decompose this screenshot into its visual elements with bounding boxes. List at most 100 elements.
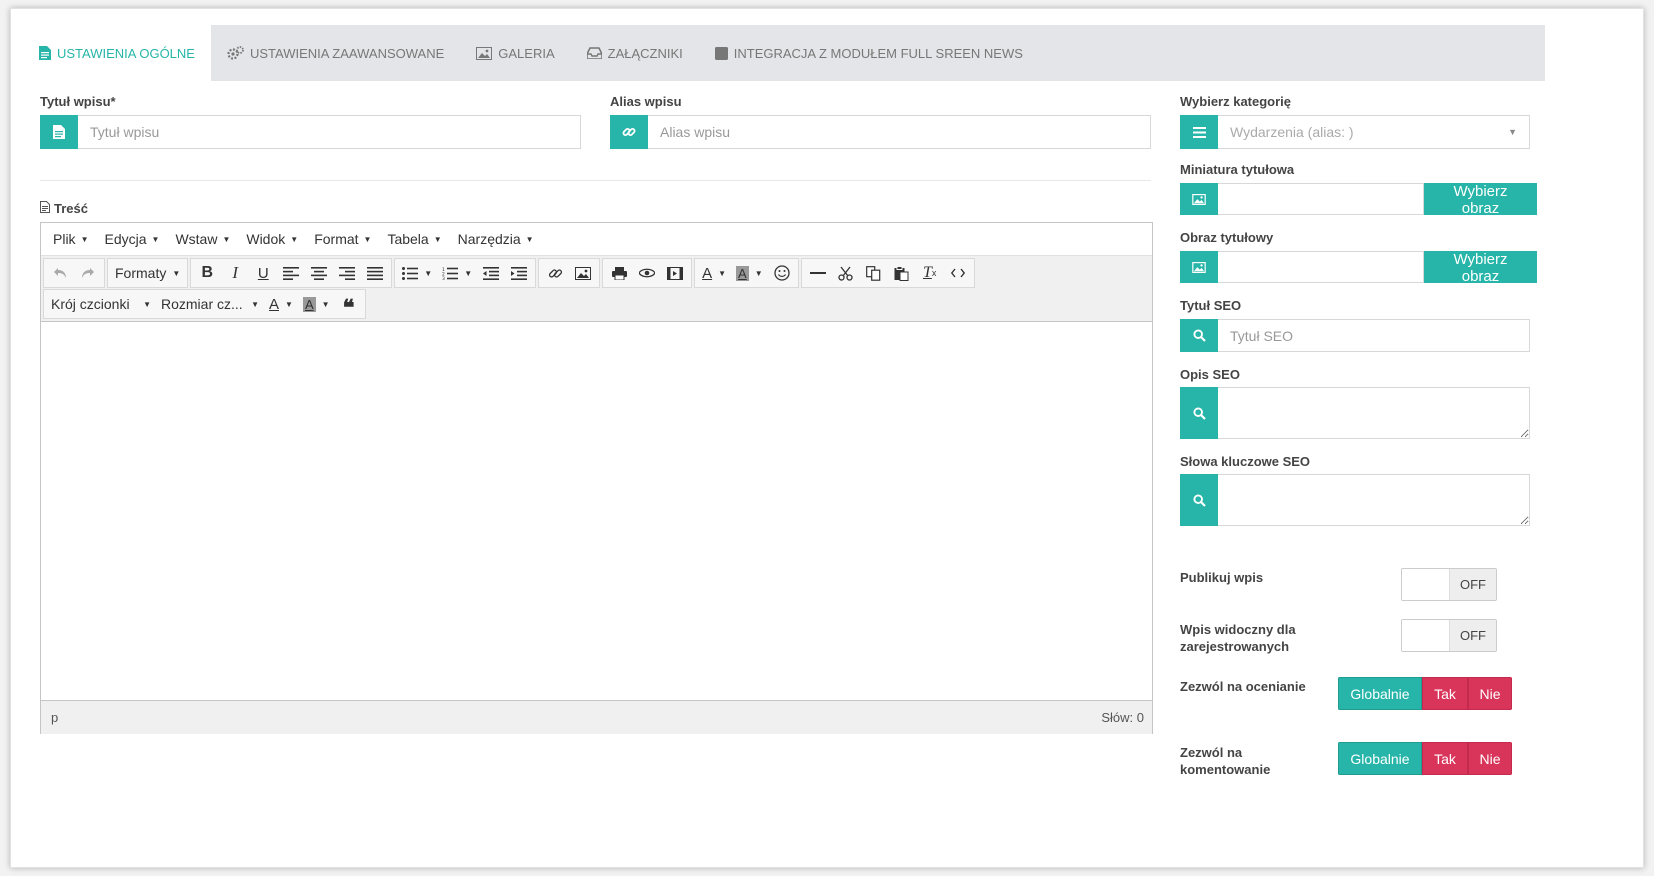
background-color-icon[interactable]: A ▼ — [731, 260, 768, 286]
publish-label: Publikuj wpis — [1180, 570, 1264, 585]
horizontal-rule-icon[interactable] — [804, 260, 832, 286]
registered-only-toggle[interactable]: OFF — [1401, 619, 1497, 652]
menu-insert[interactable]: Wstaw ▼ — [167, 231, 238, 247]
menu-tools[interactable]: Narzędzia ▼ — [450, 231, 542, 247]
list-icon — [1180, 115, 1218, 149]
tab-label: ZAŁĄCZNIKI — [607, 45, 683, 61]
formats-group: Formaty ▼ — [107, 258, 189, 288]
formats-dropdown[interactable]: Formaty ▼ — [110, 260, 185, 286]
font-family-dropdown[interactable]: Krój czcionki ▼ — [46, 291, 156, 317]
tab-attachments[interactable]: ZAŁĄCZNIKI — [571, 25, 699, 81]
formats-label: Formaty — [115, 265, 167, 281]
choose-title-image-button[interactable]: Wybierz obraz — [1424, 251, 1537, 285]
list-group: ▼ 123 ▼ — [394, 258, 537, 288]
rating-yes-button[interactable]: Tak — [1422, 677, 1468, 710]
emoticon-icon[interactable] — [768, 260, 796, 286]
tab-gallery[interactable]: GALERIA — [460, 25, 570, 81]
editor-content-area[interactable] — [41, 322, 1152, 700]
seo-title-label: Tytuł SEO — [1180, 298, 1242, 313]
background-color-icon[interactable]: A ▼ — [298, 291, 335, 317]
comments-global-button[interactable]: Globalnie — [1338, 742, 1422, 775]
title-image-label: Obraz tytułowy — [1180, 230, 1274, 245]
caret-down-icon: ▼ — [464, 268, 473, 278]
alias-label: Alias wpisu — [610, 94, 682, 109]
caret-down-icon: ▼ — [1508, 127, 1517, 137]
size-label: Rozmiar cz... — [161, 296, 243, 312]
align-left-icon[interactable] — [277, 260, 305, 286]
copy-icon[interactable] — [860, 260, 888, 286]
italic-icon[interactable]: I — [221, 260, 249, 286]
search-icon — [1180, 387, 1218, 439]
editor-statusbar: p Słów: 0 — [41, 700, 1152, 734]
tab-advanced-settings[interactable]: USTAWIENIA ZAAWANSOWANE — [211, 25, 460, 81]
cut-icon[interactable] — [832, 260, 860, 286]
menu-edit[interactable]: Edycja ▼ — [96, 231, 167, 247]
title-image-input[interactable] — [1218, 251, 1424, 283]
svg-text:3: 3 — [442, 276, 445, 280]
seo-keywords-label: Słowa kluczowe SEO — [1180, 454, 1311, 469]
menu-format[interactable]: Format ▼ — [306, 231, 379, 247]
text-color-icon[interactable]: A ▼ — [697, 260, 731, 286]
choose-thumbnail-button[interactable]: Wybierz obraz — [1424, 183, 1537, 217]
menu-file[interactable]: Plik ▼ — [45, 231, 96, 247]
bullet-list-icon[interactable]: ▼ — [397, 260, 437, 286]
outdent-icon[interactable] — [477, 260, 505, 286]
seo-title-input[interactable] — [1218, 319, 1530, 352]
document-icon — [40, 115, 78, 149]
clear-formatting-icon[interactable]: Tx — [916, 260, 944, 286]
underline-icon[interactable]: U — [249, 260, 277, 286]
comments-option-group: Globalnie Tak Nie — [1338, 742, 1512, 775]
paste-icon[interactable] — [888, 260, 916, 286]
undo-icon[interactable] — [46, 260, 74, 286]
category-label: Wybierz kategorię — [1180, 94, 1292, 109]
rating-global-button[interactable]: Globalnie — [1338, 677, 1422, 710]
align-center-icon[interactable] — [305, 260, 333, 286]
seo-description-textarea[interactable] — [1218, 387, 1530, 439]
blockquote-icon[interactable]: ❝ — [335, 291, 363, 320]
menu-label: Widok — [246, 231, 286, 247]
text-color-icon[interactable]: A ▼ — [264, 291, 298, 317]
caret-down-icon: ▼ — [718, 268, 727, 278]
editor-toolbar: Formaty ▼ B I U ▼ 1 2 3 ▼ A ▼ A ▼ T x Kr… — [41, 256, 1152, 322]
comments-yes-button[interactable]: Tak — [1422, 742, 1468, 775]
tab-fullscreen-news[interactable]: INTEGRACJA Z MODUŁEM FULL SREEN NEWS — [699, 25, 1039, 81]
caret-down-icon: ▼ — [222, 234, 231, 244]
thumbnail-input[interactable] — [1218, 183, 1424, 215]
comments-no-button[interactable]: Nie — [1468, 742, 1512, 775]
menu-table[interactable]: Tabela ▼ — [379, 231, 449, 247]
seo-title-input-group — [1180, 319, 1530, 352]
font-size-dropdown[interactable]: Rozmiar cz... ▼ — [156, 291, 264, 317]
title-input[interactable] — [78, 115, 581, 149]
source-code-icon[interactable] — [944, 260, 972, 286]
publish-toggle[interactable]: OFF — [1401, 568, 1497, 601]
history-group — [43, 258, 105, 288]
caret-down-icon: ▼ — [424, 268, 433, 278]
link-icon[interactable] — [541, 260, 569, 286]
media-icon[interactable] — [661, 260, 689, 286]
seo-description-label: Opis SEO — [1180, 367, 1240, 382]
registered-only-label: Wpis widoczny dla zarejestrowanych — [1180, 621, 1296, 655]
align-justify-icon[interactable] — [361, 260, 389, 286]
align-right-icon[interactable] — [333, 260, 361, 286]
thumbnail-input-group: Wybierz obraz — [1180, 183, 1537, 217]
preview-eye-icon[interactable] — [633, 260, 661, 286]
numbered-list-icon[interactable]: 123 ▼ — [437, 260, 477, 286]
font-group: Krój czcionki ▼ Rozmiar cz... ▼ A ▼ A ▼ ❝ — [43, 289, 366, 320]
tab-general-settings[interactable]: USTAWIENIA OGÓLNE — [25, 25, 211, 81]
rating-no-button[interactable]: Nie — [1468, 677, 1512, 710]
menu-label: Edycja — [104, 231, 147, 247]
menu-view[interactable]: Widok ▼ — [238, 231, 306, 247]
print-icon[interactable] — [605, 260, 633, 286]
caret-down-icon: ▼ — [525, 234, 534, 244]
comments-label: Zezwól na komentowanie — [1180, 744, 1270, 778]
tab-label: INTEGRACJA Z MODUŁEM FULL SREEN NEWS — [733, 45, 1023, 61]
image-icon[interactable] — [569, 260, 597, 286]
seo-keywords-textarea[interactable] — [1218, 474, 1530, 526]
category-select[interactable]: Wydarzenia (alias: ) ▼ — [1218, 115, 1530, 149]
alias-input[interactable] — [648, 115, 1151, 149]
menu-label: Tabela — [387, 231, 429, 247]
bold-icon[interactable]: B — [193, 260, 221, 286]
indent-icon[interactable] — [505, 260, 533, 286]
redo-icon[interactable] — [74, 260, 102, 286]
clipboard-group: Tx — [800, 258, 975, 288]
